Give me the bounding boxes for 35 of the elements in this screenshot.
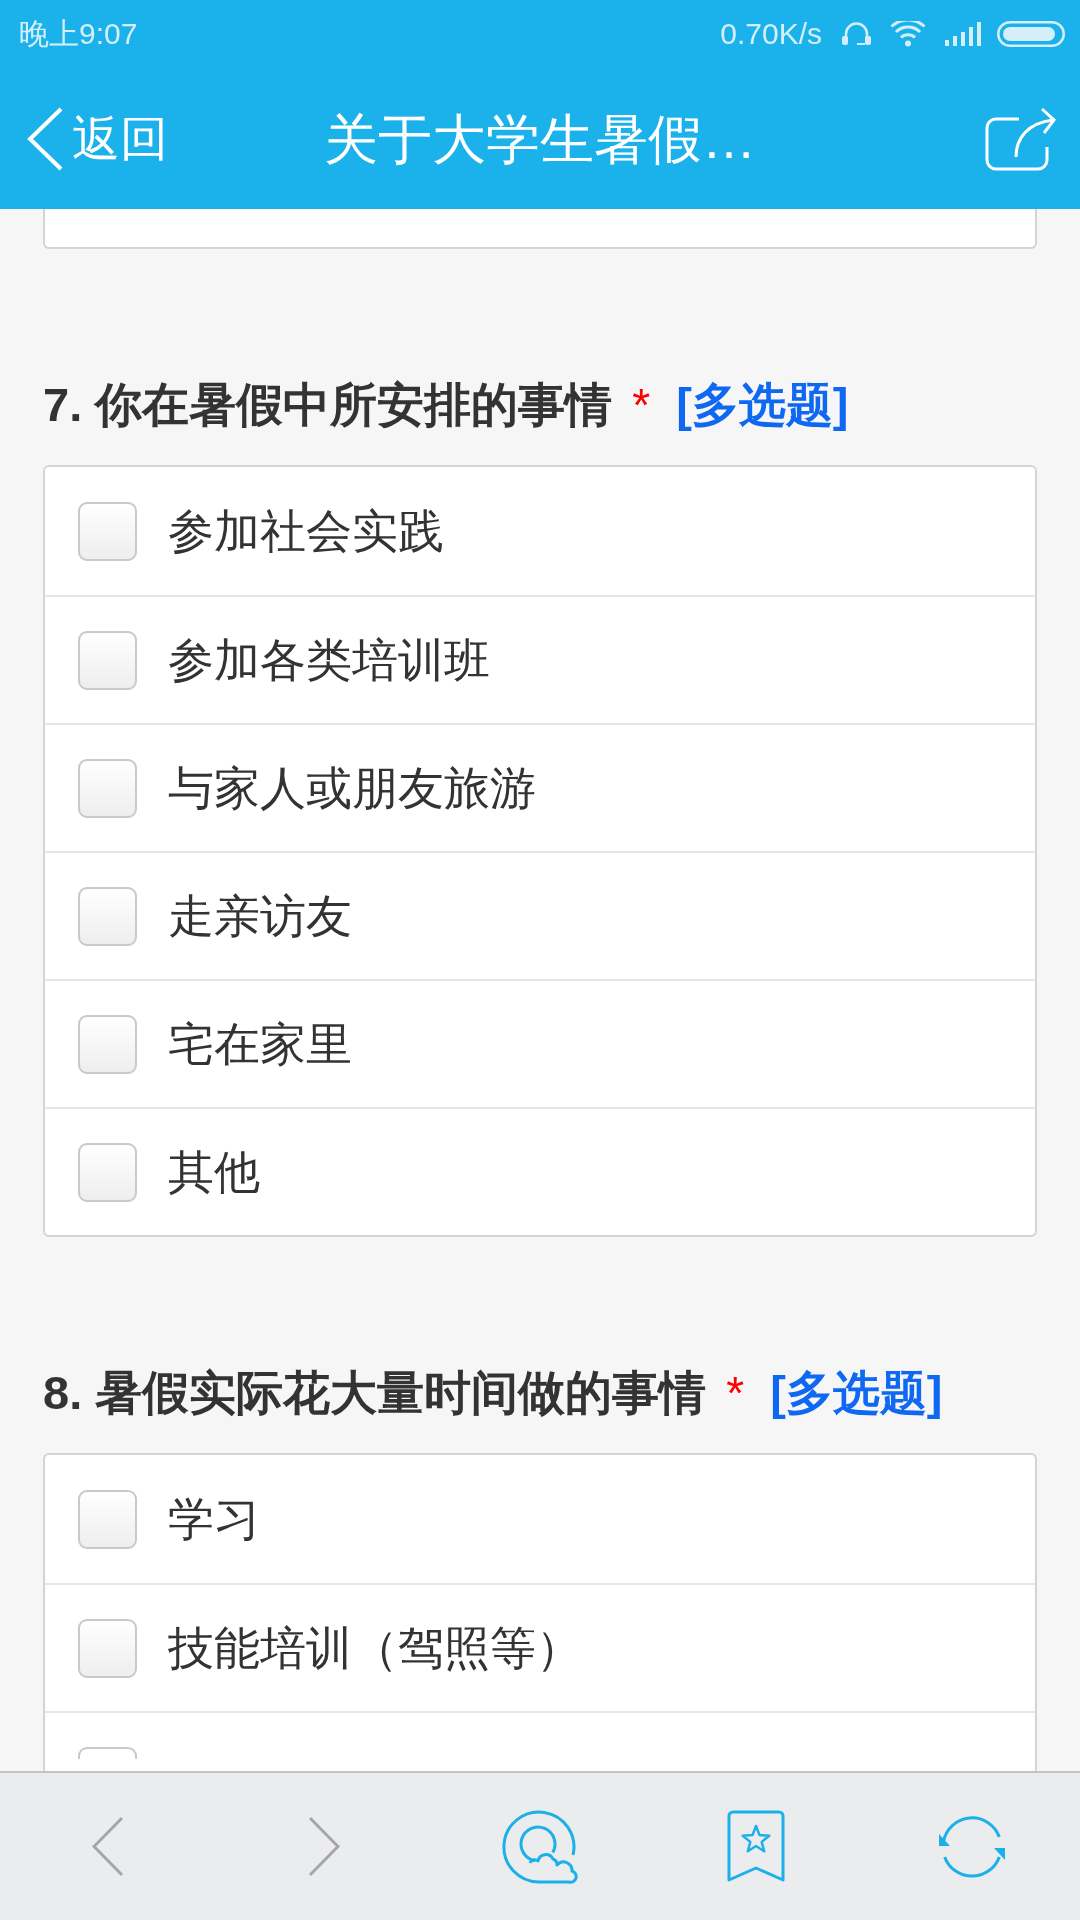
status-time: 晚上9:07 xyxy=(19,19,138,49)
checkbox[interactable] xyxy=(78,1489,137,1549)
cloud-circle-icon[interactable] xyxy=(501,1808,579,1885)
question-title: 8. 暑假实际花大量时间做的事情 xyxy=(43,1365,707,1421)
signal-icon xyxy=(945,22,981,46)
option-label[interactable]: 学习 xyxy=(168,1496,260,1542)
battery-icon xyxy=(997,21,1065,47)
checkbox[interactable] xyxy=(78,758,137,818)
required-mark: * xyxy=(726,1366,745,1421)
option-label[interactable]: 技能培训（驾照等） xyxy=(168,1625,582,1671)
bookmark-star-icon[interactable] xyxy=(727,1809,785,1884)
page-title: 关于大学生暑假… xyxy=(324,111,756,166)
required-mark: * xyxy=(632,378,651,433)
option-label[interactable]: 其他 xyxy=(168,1149,260,1195)
option-label[interactable]: 走亲访友 xyxy=(168,893,352,939)
checkbox[interactable] xyxy=(78,1618,137,1678)
option-label[interactable]: 与家人或朋友旅游 xyxy=(168,765,536,811)
share-icon[interactable] xyxy=(983,105,1059,172)
checkbox[interactable] xyxy=(78,1747,137,1759)
question-type-tag: [多选题] xyxy=(770,1365,943,1421)
option-label[interactable]: 参加社会实践 xyxy=(168,508,444,554)
refresh-icon[interactable] xyxy=(938,1813,1006,1880)
option-label[interactable]: 宅在家里 xyxy=(168,1021,352,1067)
chevron-left-icon xyxy=(26,106,64,171)
wifi-icon xyxy=(890,21,926,47)
question-type-tag: [多选题] xyxy=(676,377,849,433)
option-label[interactable]: 参加各类培训班 xyxy=(168,637,490,683)
checkbox[interactable] xyxy=(78,501,137,561)
checkbox[interactable] xyxy=(78,1014,137,1074)
headset-icon xyxy=(841,21,872,47)
checkbox[interactable] xyxy=(78,630,137,690)
checkbox[interactable] xyxy=(78,1142,137,1202)
question-title: 7. 你在暑假中所安排的事情 xyxy=(43,377,613,433)
network-speed: 0.70K/s xyxy=(720,19,822,49)
checkbox[interactable] xyxy=(78,886,137,946)
